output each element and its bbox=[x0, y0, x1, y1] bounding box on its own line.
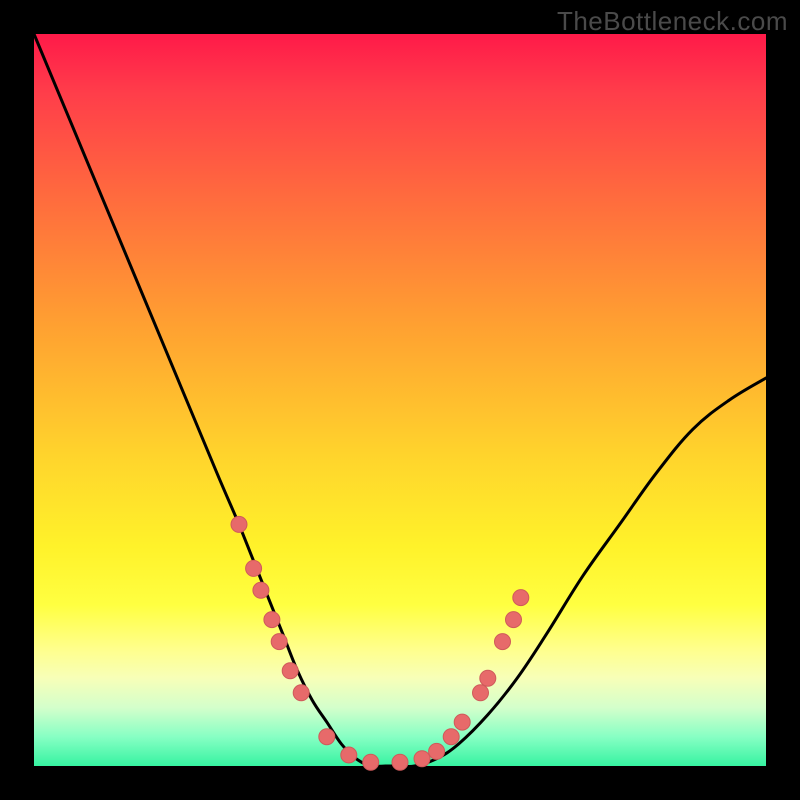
marker-point bbox=[253, 582, 269, 598]
plot-area bbox=[34, 34, 766, 766]
marker-point bbox=[319, 729, 335, 745]
marker-point bbox=[392, 754, 408, 770]
marker-point bbox=[271, 634, 287, 650]
marker-point bbox=[293, 685, 309, 701]
marker-point bbox=[506, 612, 522, 628]
marker-point bbox=[363, 754, 379, 770]
marker-point bbox=[513, 590, 529, 606]
marker-point bbox=[231, 516, 247, 532]
marker-point bbox=[473, 685, 489, 701]
marker-point bbox=[454, 714, 470, 730]
marker-point bbox=[246, 560, 262, 576]
watermark-text: TheBottleneck.com bbox=[557, 6, 788, 37]
marker-point bbox=[264, 612, 280, 628]
highlight-markers bbox=[231, 516, 529, 770]
marker-point bbox=[341, 747, 357, 763]
bottleneck-curve bbox=[34, 34, 766, 767]
marker-point bbox=[480, 670, 496, 686]
marker-point bbox=[414, 751, 430, 767]
marker-point bbox=[429, 743, 445, 759]
marker-point bbox=[495, 634, 511, 650]
marker-point bbox=[282, 663, 298, 679]
marker-point bbox=[443, 729, 459, 745]
chart-svg bbox=[34, 34, 766, 766]
outer-frame: TheBottleneck.com bbox=[0, 0, 800, 800]
